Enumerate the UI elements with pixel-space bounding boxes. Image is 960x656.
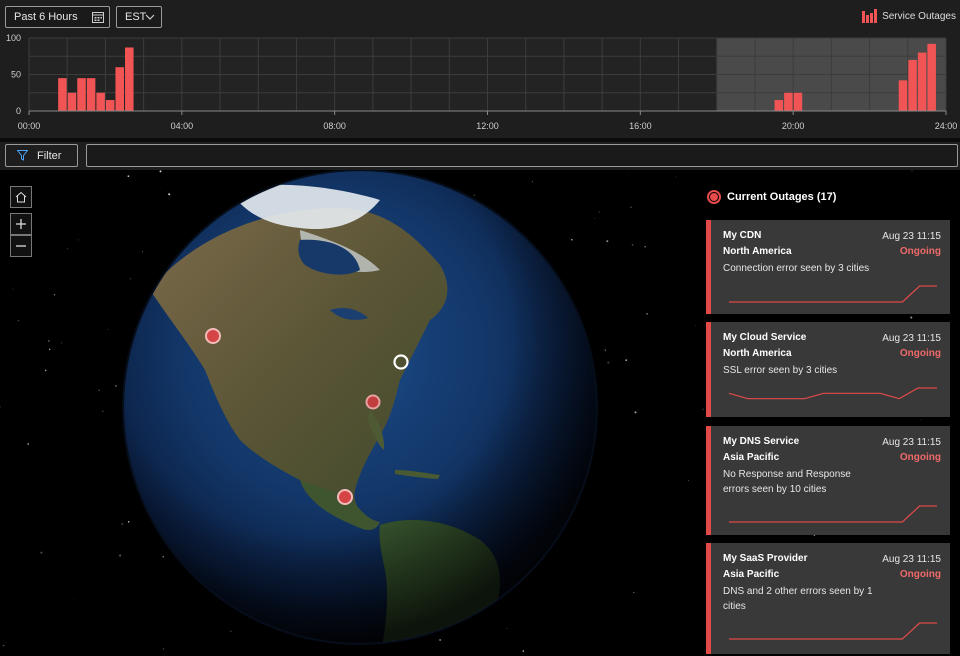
x-tick-label: 20:00 xyxy=(782,121,805,131)
filter-icon xyxy=(17,150,28,161)
service-name: My DNS Service xyxy=(723,436,800,447)
histogram-bar[interactable] xyxy=(96,92,105,111)
outages-header: Current Outages (17) xyxy=(707,190,836,204)
zoom-out-button[interactable] xyxy=(10,235,32,257)
trend-line xyxy=(729,285,937,303)
outage-time: Aug 23 11:15 xyxy=(882,333,941,344)
outage-region: North America xyxy=(723,246,792,257)
outage-region: Asia Pacific xyxy=(723,452,780,463)
trend-line xyxy=(729,622,937,640)
x-tick-label: 16:00 xyxy=(629,121,652,131)
minus-icon xyxy=(16,245,26,247)
timeline-panel: Past 6 Hours EST Service Outages 0 50 100 0… xyxy=(0,0,960,140)
x-tick-label: 12:00 xyxy=(476,121,499,131)
marker-west-coast[interactable] xyxy=(205,328,221,344)
histogram-bar[interactable] xyxy=(125,47,134,111)
x-tick-label: 08:00 xyxy=(323,121,346,131)
trend-sparkline xyxy=(728,387,937,400)
histogram-bar[interactable] xyxy=(67,92,77,111)
status-badge: Ongoing xyxy=(899,452,941,463)
home-button[interactable] xyxy=(10,186,32,208)
trend-sparkline xyxy=(729,622,937,640)
outage-description: DNS and 2 other errors seen by 1 cities xyxy=(723,586,873,612)
x-tick-label: 04:00 xyxy=(171,121,194,131)
histogram-bar[interactable] xyxy=(115,67,125,111)
trend-sparkline xyxy=(729,285,937,303)
service-name: My SaaS Provider xyxy=(723,553,808,564)
histogram-bar[interactable] xyxy=(927,43,936,112)
x-tick-label: 24:00 xyxy=(935,121,958,131)
histogram-bar[interactable] xyxy=(908,59,917,111)
histogram-bar[interactable] xyxy=(898,80,908,111)
home-icon xyxy=(15,191,27,203)
outage-card[interactable]: My SaaS Provider Aug 23 11:15 Asia Pacif… xyxy=(706,543,950,654)
chevron-down-icon xyxy=(145,14,155,20)
trend-sparkline xyxy=(729,505,937,523)
zoom-in-button[interactable] xyxy=(10,213,32,235)
histogram-bar[interactable] xyxy=(917,52,927,111)
y-tick-label: 0 xyxy=(16,106,21,116)
outage-time: Aug 23 11:15 xyxy=(882,437,941,448)
outage-indicator-icon xyxy=(707,190,721,204)
histogram-bar[interactable] xyxy=(77,78,86,111)
status-badge: Ongoing xyxy=(899,348,941,359)
histogram-bar[interactable] xyxy=(105,100,115,111)
calendar-icon xyxy=(92,12,104,23)
histogram-bar[interactable] xyxy=(86,78,96,111)
filter-button-label: Filter xyxy=(37,149,62,162)
service-name: My Cloud Service xyxy=(723,332,807,343)
globe xyxy=(124,171,596,643)
y-tick-label: 100 xyxy=(6,33,21,43)
time-range-select[interactable]: Past 6 Hours xyxy=(5,6,110,28)
histogram-bar[interactable] xyxy=(793,92,803,111)
marker-southeast[interactable] xyxy=(365,394,381,410)
timezone-select[interactable]: EST xyxy=(116,6,162,28)
status-badge: Ongoing xyxy=(899,246,941,257)
filter-bar: Filter xyxy=(0,142,960,170)
status-badge: Ongoing xyxy=(899,569,941,580)
outage-histogram[interactable]: 0 50 100 00:00 04:00 08:00 12:00 16:00 20:00 24:0… xyxy=(0,32,960,138)
filter-button[interactable]: Filter xyxy=(5,144,78,167)
outage-description: Connection error seen by 3 cities xyxy=(723,263,870,274)
outage-region: North America xyxy=(723,348,792,359)
time-range-value: Past 6 Hours xyxy=(14,11,78,23)
trend-line xyxy=(728,387,937,400)
histogram-bar[interactable] xyxy=(784,92,793,111)
outage-description: No Response and Response errors seen by … xyxy=(723,469,851,495)
outage-time: Aug 23 11:15 xyxy=(882,231,941,242)
filter-input[interactable] xyxy=(86,144,958,167)
service-name: My CDN xyxy=(723,230,762,241)
chart-legend: Service Outages xyxy=(862,9,956,23)
marker-central-america[interactable] xyxy=(337,489,353,505)
outages-title: Current Outages (17) xyxy=(727,191,837,203)
legend-label: Service Outages xyxy=(882,10,956,22)
histogram-bar[interactable] xyxy=(774,100,784,111)
x-tick-label: 00:00 xyxy=(18,121,41,131)
trend-line xyxy=(729,505,937,523)
outage-time: Aug 23 11:15 xyxy=(882,554,941,565)
outage-card[interactable]: My CDN Aug 23 11:15 North America Ongoin… xyxy=(706,220,950,314)
histogram-bar[interactable] xyxy=(58,78,67,111)
outage-card[interactable]: My Cloud Service Aug 23 11:15 North Amer… xyxy=(706,322,950,417)
outage-card[interactable]: My DNS Service Aug 23 11:15 Asia Pacific… xyxy=(706,426,950,535)
plus-icon xyxy=(16,219,26,229)
outage-region: Asia Pacific xyxy=(723,569,780,580)
y-tick-label: 50 xyxy=(11,70,21,80)
outage-description: SSL error seen by 3 cities xyxy=(723,365,838,376)
bar-chart-icon xyxy=(862,9,878,23)
